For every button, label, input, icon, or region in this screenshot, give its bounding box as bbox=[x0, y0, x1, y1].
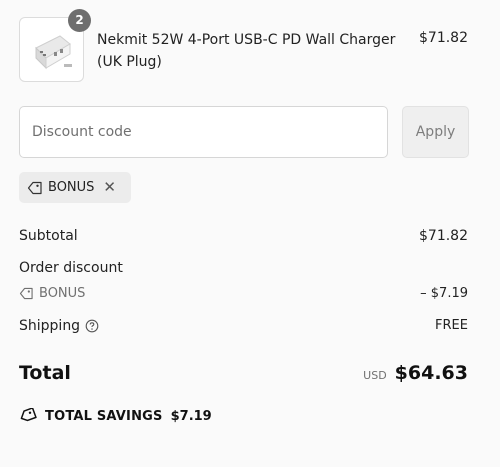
total-savings-label: TOTAL SAVINGS bbox=[45, 408, 163, 424]
help-circle-icon[interactable] bbox=[85, 319, 99, 333]
quantity-badge: 2 bbox=[68, 9, 91, 32]
shipping-value: FREE bbox=[435, 318, 468, 333]
product-price: $71.82 bbox=[419, 30, 468, 46]
subtotal-label: Subtotal bbox=[19, 228, 78, 244]
tag-icon bbox=[19, 287, 33, 300]
total-label: Total bbox=[19, 362, 71, 384]
shipping-row: Shipping bbox=[19, 318, 99, 334]
order-discount-code: BONUS bbox=[19, 286, 85, 301]
applied-code-label: BONUS bbox=[48, 180, 95, 195]
currency-code: USD bbox=[363, 369, 387, 382]
order-discount-label: Order discount bbox=[19, 260, 123, 276]
apply-button[interactable]: Apply bbox=[402, 106, 469, 158]
product-name: Nekmit 52W 4-Port USB-C PD Wall Charger … bbox=[97, 32, 396, 70]
order-summary: 2 Nekmit 52W 4-Port USB-C PD Wall Charge… bbox=[0, 0, 500, 467]
savings-tag-icon bbox=[20, 408, 37, 422]
close-icon[interactable]: ✕ bbox=[103, 180, 116, 195]
order-discount-code-label: BONUS bbox=[39, 286, 86, 301]
total-savings: TOTAL SAVINGS $7.19 bbox=[19, 408, 212, 424]
applied-discount-chip: BONUS ✕ bbox=[19, 172, 131, 203]
tag-icon bbox=[27, 181, 42, 194]
order-discount-value: – $7.19 bbox=[420, 286, 468, 301]
total-amount: USD $64.63 bbox=[363, 362, 468, 384]
subtotal-value: $71.82 bbox=[419, 228, 468, 244]
discount-code-input[interactable] bbox=[19, 106, 388, 158]
total-savings-value: $7.19 bbox=[170, 408, 212, 424]
shipping-label: Shipping bbox=[19, 318, 81, 334]
total-value: $64.63 bbox=[394, 362, 468, 384]
